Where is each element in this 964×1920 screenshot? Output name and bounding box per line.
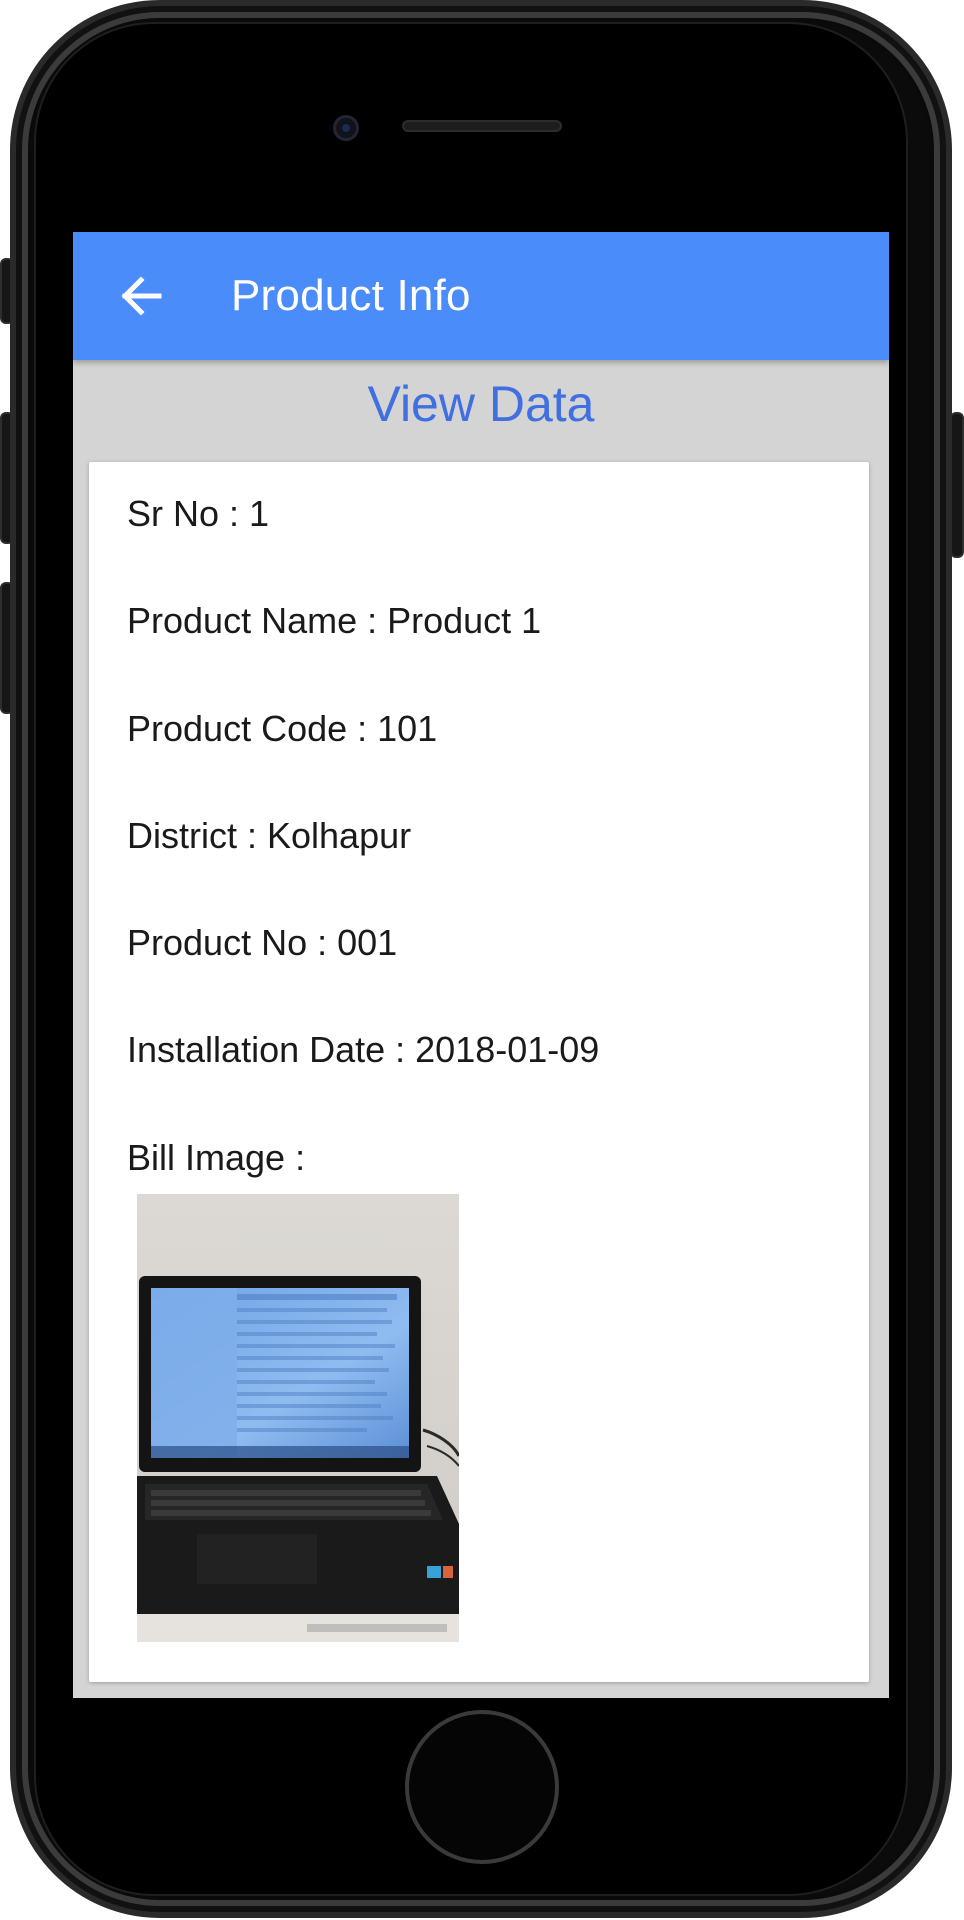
back-button[interactable] [111,266,171,326]
device-frame-canvas: Product Info View Data Sr No : 1 Product… [0,0,964,1920]
arrow-left-icon [119,276,163,316]
page-heading: View Data [367,376,595,432]
field-sr-no: Sr No : 1 [127,493,270,534]
product-details-card: Sr No : 1 Product Name : Product 1 Produ… [89,462,869,1682]
field-product-no: Product No : 001 [127,922,398,963]
front-camera [333,115,359,141]
home-button[interactable] [405,1710,559,1864]
earpiece-speaker [402,120,562,132]
power-button [950,412,964,558]
laptop-photo [137,1194,459,1642]
field-installation-date: Installation Date : 2018-01-09 [127,1029,600,1070]
app-bar: Product Info [73,232,889,360]
field-product-name: Product Name : Product 1 [127,600,542,641]
field-district: District : Kolhapur [127,815,412,856]
bill-image[interactable] [137,1194,459,1642]
app-bar-title: Product Info [231,271,471,320]
field-product-code: Product Code : 101 [127,708,438,749]
app-screen: Product Info View Data Sr No : 1 Product… [73,232,889,1698]
bill-image-label: Bill Image : [127,1137,306,1178]
